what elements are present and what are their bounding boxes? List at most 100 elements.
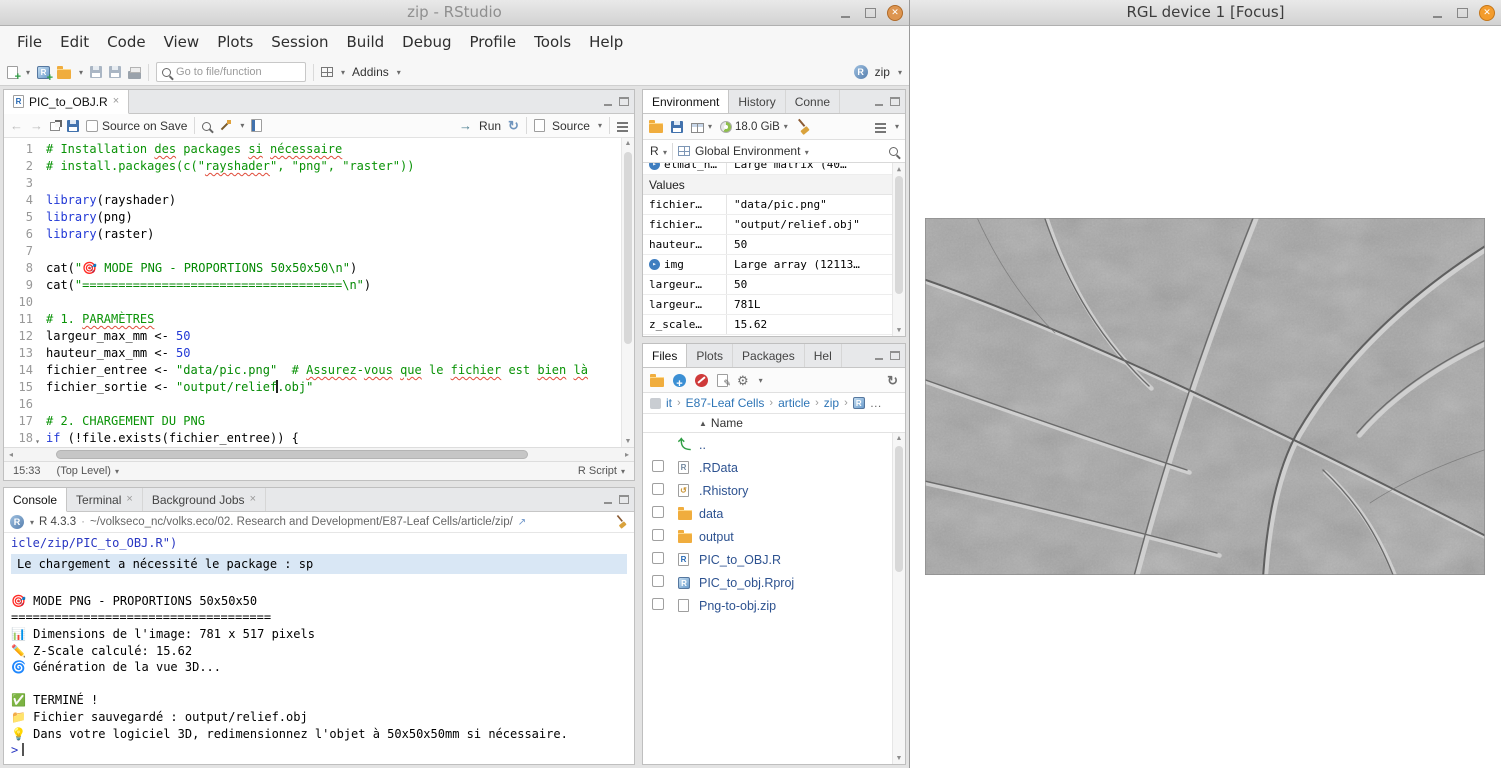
code-line[interactable]: fichier_sortie <- "output/relief.obj"	[46, 379, 634, 396]
source-on-save-checkbox[interactable]	[86, 120, 98, 132]
code-line[interactable]: # Installation des packages si nécessair…	[46, 141, 634, 158]
environment-row[interactable]: largeur…50	[643, 275, 892, 295]
source-button[interactable]: Source	[552, 119, 590, 133]
line-number[interactable]: 5	[4, 209, 33, 226]
file-checkbox[interactable]	[652, 575, 664, 587]
code-line[interactable]: library(rayshader)	[46, 192, 634, 209]
file-checkbox[interactable]	[652, 552, 664, 564]
scroll-left-icon[interactable]: ◂	[4, 448, 18, 461]
breadcrumb-segment[interactable]: E87-Leaf Cells	[686, 396, 765, 410]
pane-maximize-icon[interactable]	[619, 495, 629, 504]
file-row[interactable]: ⤴..	[643, 433, 892, 456]
open-directory-icon[interactable]: ↗	[518, 517, 526, 528]
chevron-down-icon[interactable]: ▾	[598, 121, 602, 130]
expand-icon[interactable]: ▸	[649, 163, 660, 170]
maximize-button[interactable]	[862, 5, 878, 21]
environment-scrollbar[interactable]: ▲ ▼	[892, 163, 905, 336]
file-name-link[interactable]: data	[699, 507, 723, 521]
menu-help[interactable]: Help	[580, 26, 632, 59]
leaf-relief-render[interactable]	[925, 218, 1485, 575]
console-tab-background-jobs[interactable]: Background Jobs×	[143, 488, 266, 511]
files-scrollbar[interactable]: ▲ ▼	[892, 433, 905, 764]
line-number[interactable]: 14	[4, 362, 33, 379]
pane-maximize-icon[interactable]	[890, 97, 900, 106]
environment-tab-history[interactable]: History	[729, 90, 785, 113]
forward-icon[interactable]: →	[30, 118, 43, 133]
chevron-down-icon[interactable]: ▾	[341, 68, 345, 77]
environment-row[interactable]: ▸elmat_h…Large matrix (40…	[643, 163, 892, 175]
fold-icon[interactable]: ▾	[35, 433, 40, 447]
file-row[interactable]: output	[643, 525, 892, 548]
pane-minimize-icon[interactable]	[603, 97, 613, 106]
menu-file[interactable]: File	[8, 26, 51, 59]
scrollbar-thumb[interactable]	[624, 152, 632, 344]
environment-tab-conne[interactable]: Conne	[786, 90, 840, 113]
file-row[interactable]: data	[643, 502, 892, 525]
close-icon[interactable]: ×	[250, 494, 256, 505]
source-tab-pic-to-obj-r[interactable]: PIC_to_OBJ.R×	[4, 90, 129, 114]
memory-usage-button[interactable]: 18.0 GiB ▾	[720, 121, 788, 133]
line-number[interactable]: 18▾	[4, 430, 33, 447]
print-icon[interactable]	[128, 71, 141, 79]
file-name-link[interactable]: PIC_to_OBJ.R	[699, 553, 781, 567]
code-line[interactable]: hauteur_max_mm <- 50	[46, 345, 634, 362]
scroll-down-icon[interactable]: ▼	[893, 326, 905, 334]
code-line[interactable]: if (!file.exists(fichier_entree)) {	[46, 430, 634, 447]
file-name-link[interactable]: Png-to-obj.zip	[699, 599, 776, 613]
rgl-canvas[interactable]	[910, 26, 1501, 768]
new-file-icon[interactable]	[7, 66, 18, 79]
code-line[interactable]	[46, 396, 634, 413]
scroll-up-icon[interactable]: ▲	[893, 165, 905, 173]
new-folder-icon[interactable]	[650, 377, 664, 387]
list-view-icon[interactable]	[875, 123, 886, 125]
document-outline-icon[interactable]	[617, 122, 628, 124]
back-icon[interactable]: ←	[10, 118, 23, 133]
menu-build[interactable]: Build	[338, 26, 394, 59]
file-row[interactable]: .Rhistory	[643, 479, 892, 502]
code-editor[interactable]: 123456789101112131415161718▾19 # Install…	[4, 138, 634, 447]
code-line[interactable]: # 1. PARAMÈTRES	[46, 311, 634, 328]
rerun-icon[interactable]: ↻	[508, 119, 519, 132]
line-number[interactable]: 8	[4, 260, 33, 277]
chevron-down-icon[interactable]: ▾	[26, 68, 30, 77]
clear-objects-icon[interactable]	[796, 120, 810, 134]
file-checkbox[interactable]	[652, 598, 664, 610]
close-button[interactable]	[1479, 5, 1495, 21]
line-number[interactable]: 1	[4, 141, 33, 158]
console-output[interactable]: icle/zip/PIC_to_OBJ.R")Le chargement a n…	[4, 533, 634, 764]
breadcrumb-segment[interactable]: article	[778, 396, 810, 410]
files-tab-hel[interactable]: Hel	[805, 344, 842, 367]
file-checkbox[interactable]	[652, 483, 664, 495]
environment-row[interactable]: z_scale…15.62	[643, 315, 892, 335]
files-tab-packages[interactable]: Packages	[733, 344, 805, 367]
new-blank-file-icon[interactable]	[673, 374, 686, 387]
files-tab-files[interactable]: Files	[643, 344, 687, 367]
line-number[interactable]: 13	[4, 345, 33, 362]
load-workspace-icon[interactable]	[649, 123, 663, 133]
save-icon[interactable]	[90, 66, 102, 78]
scope-selector[interactable]: (Top Level) ▾	[57, 465, 120, 477]
rgl-titlebar[interactable]: RGL device 1 [Focus]	[910, 0, 1501, 26]
minimize-button[interactable]	[837, 5, 853, 21]
environment-scope-selector[interactable]: Global Environment ▾	[695, 144, 809, 158]
chevron-down-icon[interactable]: ▾	[79, 68, 83, 77]
open-in-new-window-icon[interactable]	[50, 122, 60, 131]
menu-code[interactable]: Code	[98, 26, 154, 59]
scroll-down-icon[interactable]: ▼	[893, 755, 905, 762]
code-line[interactable]: library(raster)	[46, 226, 634, 243]
minimize-button[interactable]	[1429, 5, 1445, 21]
project-menu-button[interactable]: zip	[875, 65, 890, 79]
environment-row[interactable]: largeur…781L	[643, 295, 892, 315]
console-tab-console[interactable]: Console	[4, 488, 67, 512]
chevron-down-icon[interactable]: ▾	[397, 68, 401, 77]
file-name-link[interactable]: ..	[699, 438, 706, 452]
maximize-button[interactable]	[1454, 5, 1470, 21]
rstudio-titlebar[interactable]: zip - RStudio	[0, 0, 909, 26]
menu-plots[interactable]: Plots	[208, 26, 262, 59]
menu-debug[interactable]: Debug	[393, 26, 460, 59]
editor-horizontal-scrollbar[interactable]: ◂ ▸	[4, 447, 634, 461]
addins-button[interactable]: Addins	[352, 65, 389, 79]
more-options-gear-icon[interactable]: ⚙	[737, 374, 749, 387]
run-icon[interactable]: →	[459, 118, 472, 133]
scrollbar-thumb[interactable]	[895, 176, 903, 294]
